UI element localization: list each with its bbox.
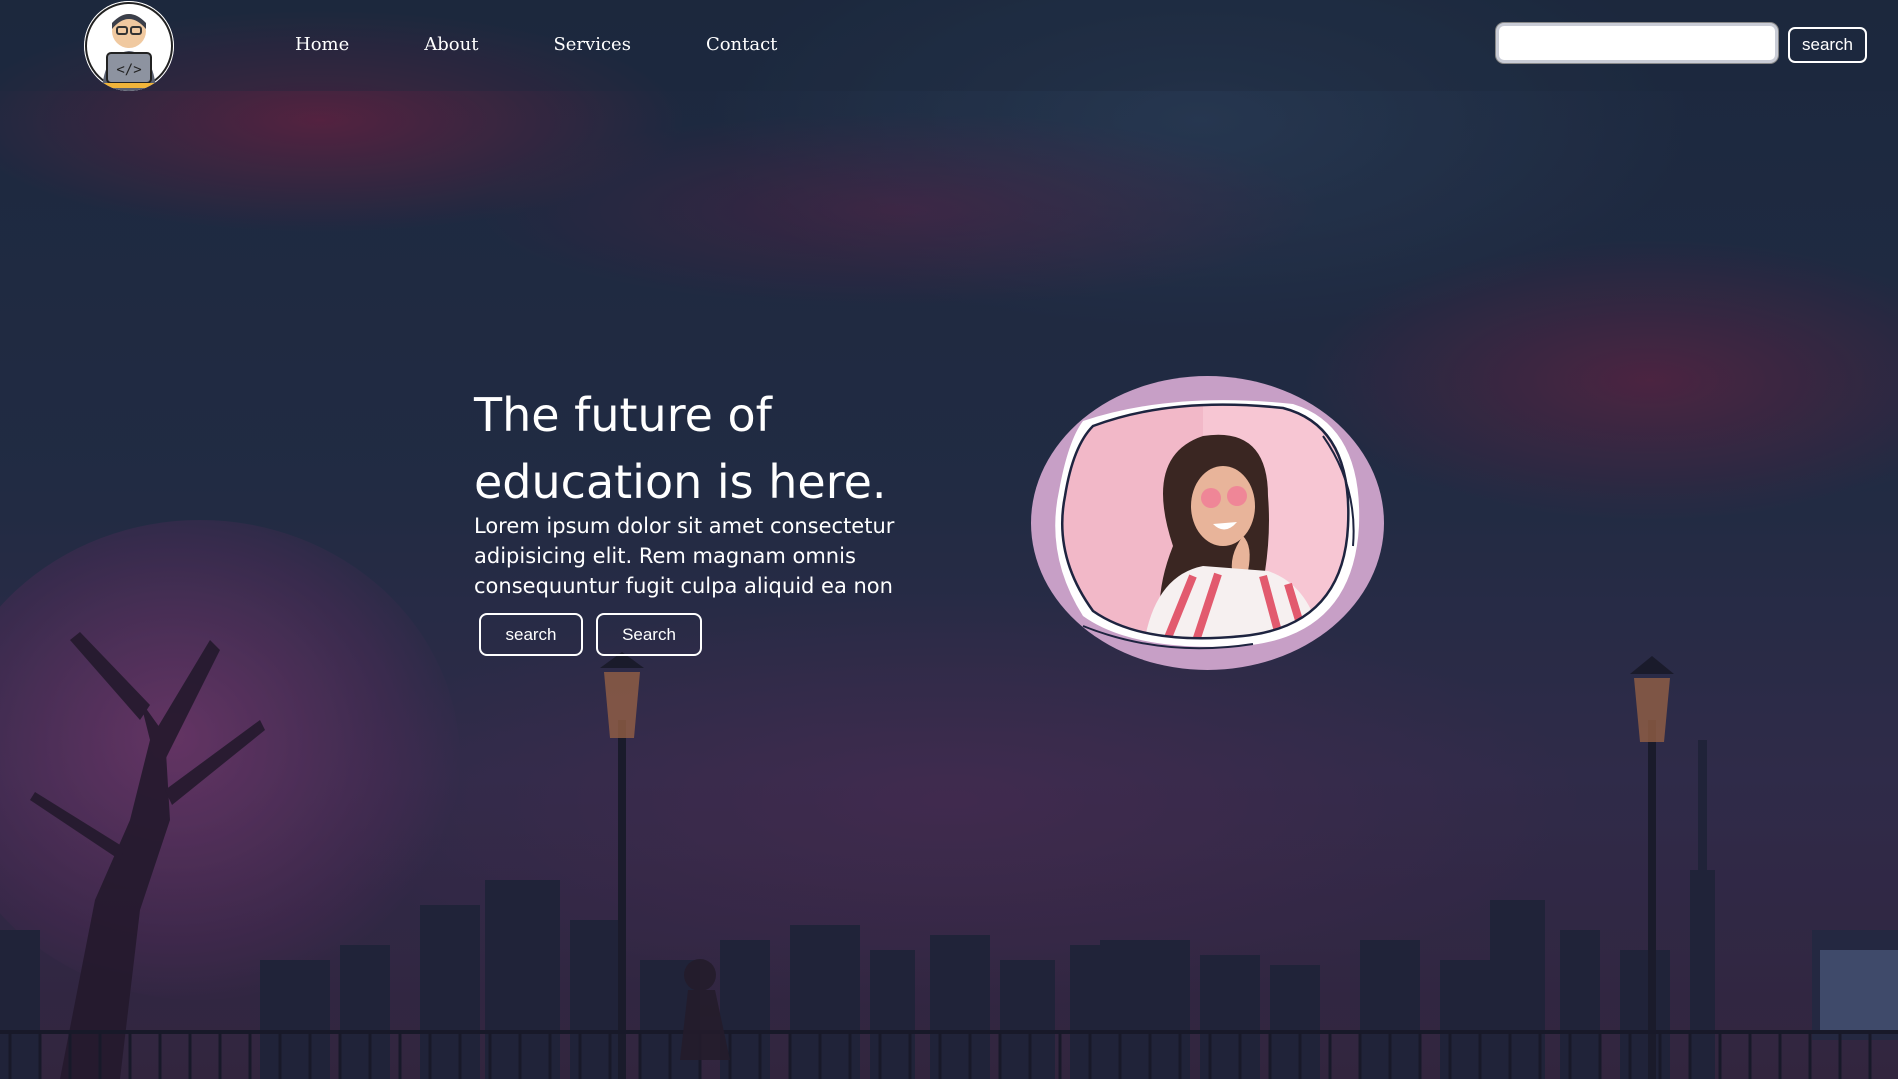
hero-title-line1: The future of	[474, 388, 772, 442]
nav-links: Home About Services Contact	[295, 34, 852, 55]
hero-search-button-2[interactable]: Search	[596, 613, 702, 656]
nav-link-about[interactable]: About	[424, 34, 478, 55]
nav-link-contact[interactable]: Contact	[706, 34, 777, 55]
nav-link-services[interactable]: Services	[553, 34, 630, 55]
svg-text:</>: </>	[116, 62, 141, 78]
top-navbar: </> Home About Services Contact search	[0, 0, 1898, 91]
hero-title: The future of education is here.	[474, 382, 994, 516]
hero-buttons: search Search	[479, 613, 702, 656]
coder-avatar-icon[interactable]: </>	[84, 1, 174, 91]
search-input[interactable]	[1496, 23, 1778, 63]
hero-search-button[interactable]: search	[479, 613, 583, 656]
search-button[interactable]: search	[1788, 27, 1867, 63]
hero-section: The future of education is here. Lorem i…	[474, 382, 1014, 601]
nav-link-home[interactable]: Home	[295, 34, 349, 55]
woman-portrait-icon	[1055, 400, 1360, 650]
hero-title-line2: education is here.	[474, 455, 887, 509]
hero-description: Lorem ipsum dolor sit amet consectetur a…	[474, 514, 895, 598]
